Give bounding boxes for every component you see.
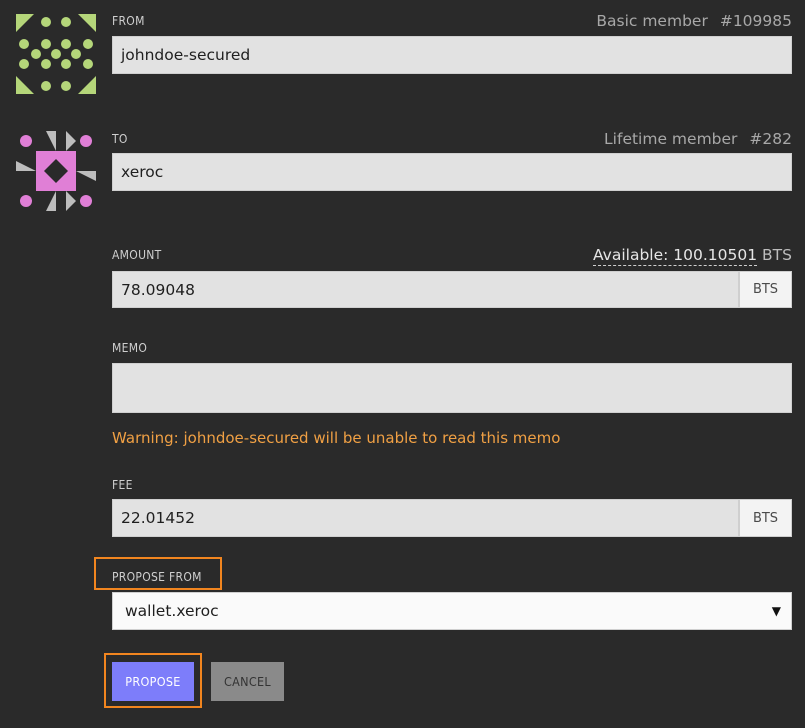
from-label: FROM [112, 14, 145, 28]
available-balance-unit: BTS [762, 246, 792, 264]
from-account-avatar [16, 14, 96, 94]
propose-from-select[interactable]: wallet.xeroc ▼ [112, 592, 792, 630]
to-member-info: Lifetime member #282 [604, 130, 792, 148]
fee-value: 22.01452 [121, 509, 195, 527]
from-member-id: #109985 [719, 12, 792, 30]
memo-warning: Warning: johndoe-secured will be unable … [112, 429, 561, 447]
to-member-type: Lifetime member [604, 130, 738, 148]
propose-from-label: PROPOSE FROM [112, 570, 202, 584]
to-account-value: xeroc [121, 163, 164, 181]
from-account-input[interactable]: johndoe-secured [112, 36, 792, 74]
amount-input[interactable]: 78.09048 [112, 271, 739, 308]
available-balance-label: Available: 100.10501 [592, 246, 758, 266]
available-balance[interactable]: Available: 100.10501 BTS [592, 246, 792, 266]
propose-button[interactable]: PROPOSE [112, 662, 194, 701]
memo-label: MEMO [112, 341, 148, 355]
from-member-info: Basic member #109985 [596, 12, 792, 30]
amount-value: 78.09048 [121, 280, 195, 299]
memo-textarea[interactable] [112, 363, 792, 413]
fee-asset-selector[interactable]: BTS [739, 499, 792, 537]
fee-input[interactable]: 22.01452 [112, 499, 739, 537]
propose-from-selected: wallet.xeroc [125, 602, 219, 620]
to-account-input[interactable]: xeroc [112, 153, 792, 191]
to-account-avatar [16, 131, 96, 211]
to-member-id: #282 [749, 130, 792, 148]
fee-label: FEE [112, 478, 133, 492]
from-member-type: Basic member [596, 12, 708, 30]
to-label: TO [112, 132, 128, 146]
amount-asset-selector[interactable]: BTS [739, 271, 792, 308]
cancel-button[interactable]: CANCEL [211, 662, 284, 701]
amount-label: AMOUNT [112, 248, 162, 262]
chevron-down-icon: ▼ [771, 604, 781, 618]
from-account-value: johndoe-secured [121, 46, 251, 64]
